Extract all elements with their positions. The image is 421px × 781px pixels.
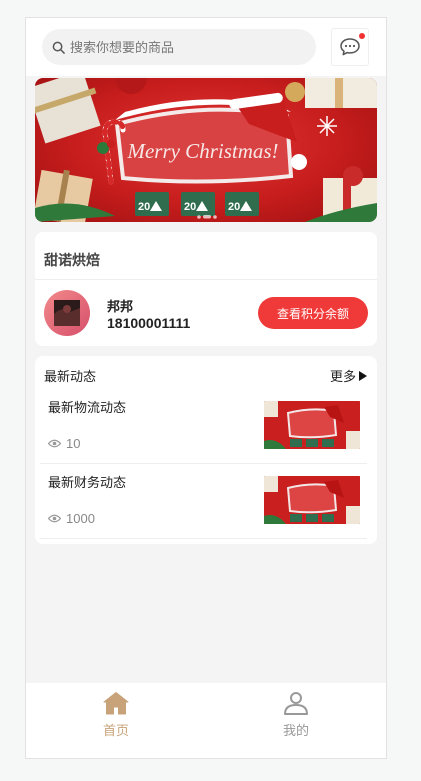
home-icon bbox=[103, 692, 129, 715]
news-heading: 最新动态 bbox=[44, 369, 97, 384]
user-icon bbox=[284, 692, 308, 715]
shop-card: 甜诺烘焙 邦邦 18100001111 查看积分余额 bbox=[35, 232, 377, 346]
bottom-tab-bar: 首页 我的 bbox=[26, 683, 386, 758]
svg-text:20: 20 bbox=[138, 201, 150, 213]
eye-icon bbox=[48, 514, 61, 523]
shop-name: 甜诺烘焙 bbox=[44, 252, 100, 268]
search-bar[interactable] bbox=[42, 29, 316, 65]
tab-home-label: 首页 bbox=[102, 723, 129, 738]
avatar[interactable] bbox=[44, 290, 90, 336]
check-points-button[interactable]: 查看积分余额 bbox=[258, 297, 368, 329]
chat-bubble-icon bbox=[340, 38, 360, 56]
top-bar bbox=[26, 18, 386, 76]
christmas-banner[interactable]: 20 20 20 Merry Christmas! bbox=[35, 78, 377, 222]
tab-home[interactable]: 首页 bbox=[66, 691, 166, 739]
app-screen: 202020 Merry Christmas! 甜诺烘焙 邦邦 1810 bbox=[25, 17, 387, 759]
svg-text:20: 20 bbox=[184, 201, 196, 213]
view-count: 1000 bbox=[48, 511, 95, 526]
search-icon bbox=[52, 41, 65, 54]
view-count-value: 10 bbox=[66, 436, 81, 451]
news-card: 最新动态 更多 最新物流动态 10 最新财务动态 1000 bbox=[35, 356, 377, 544]
more-link[interactable]: 更多 bbox=[330, 366, 368, 385]
view-count: 10 bbox=[48, 436, 80, 451]
news-item[interactable]: 最新物流动态 10 bbox=[40, 389, 367, 464]
svg-text:20: 20 bbox=[228, 201, 240, 213]
avatar-image bbox=[54, 300, 80, 326]
news-thumbnail bbox=[264, 401, 360, 449]
divider bbox=[35, 279, 377, 280]
tab-mine-label: 我的 bbox=[282, 723, 309, 738]
banner-art: 20 20 20 Merry Christmas! bbox=[35, 78, 377, 222]
search-input[interactable] bbox=[70, 39, 290, 55]
eye-icon bbox=[48, 439, 61, 448]
banner-text: Merry Christmas! bbox=[126, 139, 278, 163]
user-name: 邦邦 bbox=[107, 299, 134, 314]
news-title: 最新财务动态 bbox=[48, 475, 127, 490]
news-title: 最新物流动态 bbox=[48, 400, 127, 415]
unread-badge bbox=[359, 33, 365, 39]
message-button[interactable] bbox=[331, 28, 369, 66]
more-label: 更多 bbox=[329, 369, 356, 384]
tab-mine[interactable]: 我的 bbox=[246, 691, 346, 739]
news-thumbnail bbox=[264, 476, 360, 524]
user-phone: 18100001111 bbox=[107, 315, 191, 331]
play-arrow-icon bbox=[359, 370, 367, 381]
view-count-value: 1000 bbox=[66, 511, 95, 526]
news-item[interactable]: 最新财务动态 1000 bbox=[40, 464, 367, 539]
